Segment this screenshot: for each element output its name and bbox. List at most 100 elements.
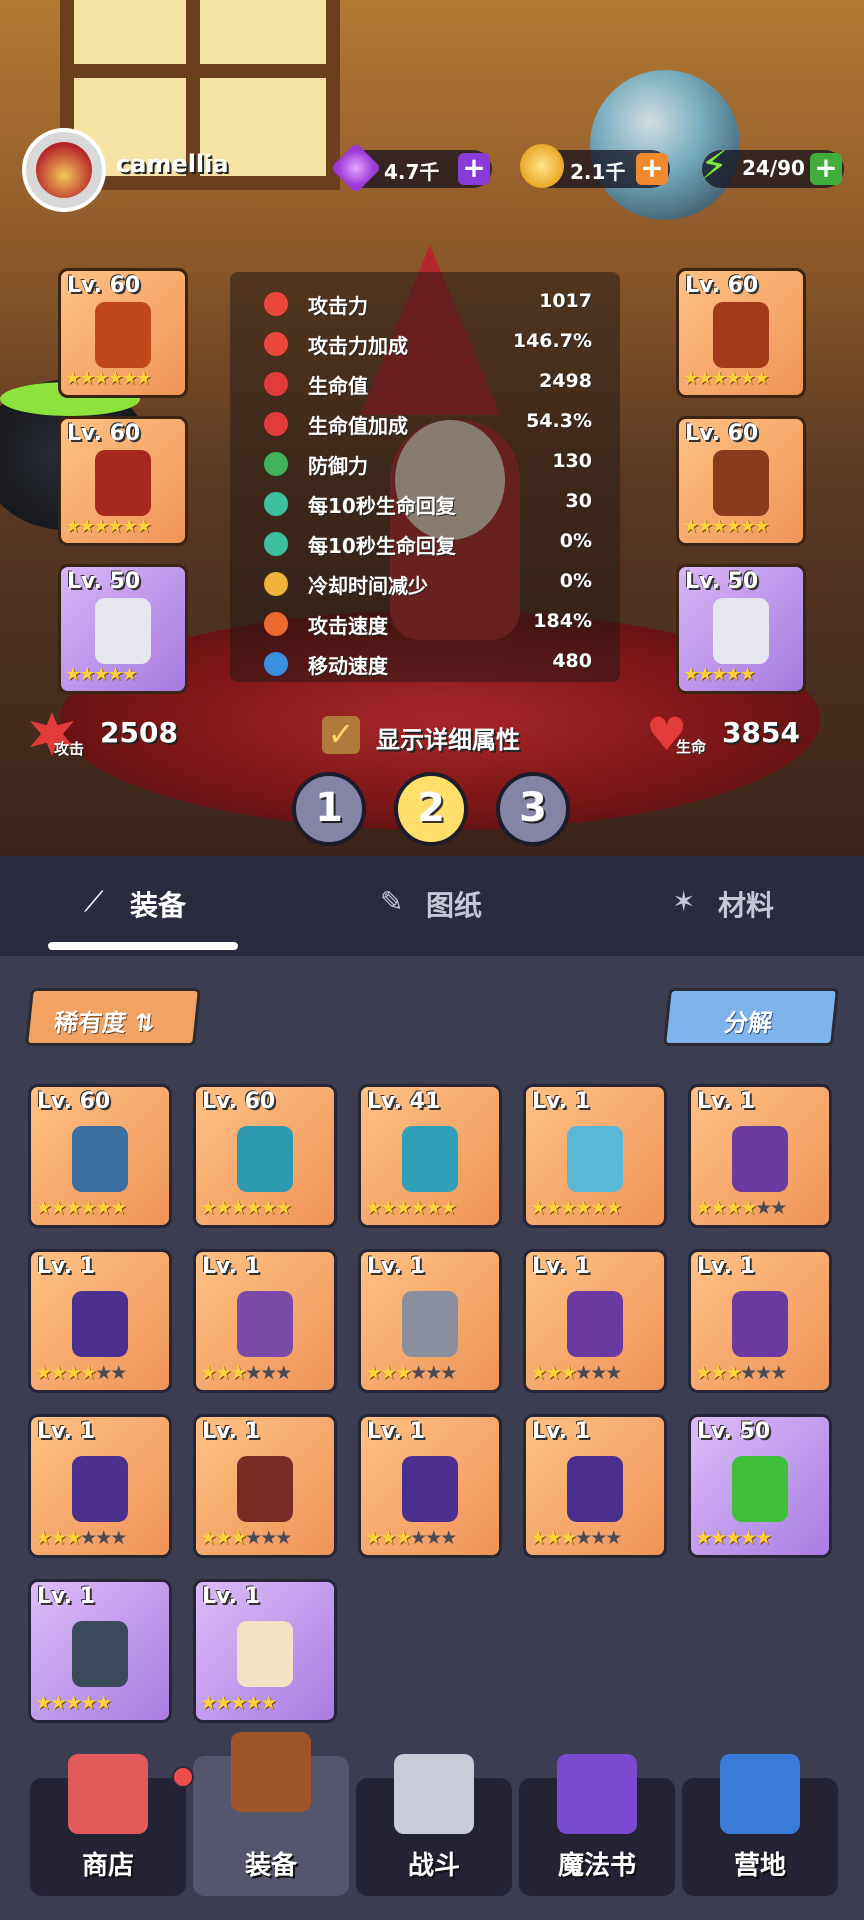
shield-icon: [264, 452, 288, 476]
inventory-item-purple-cape[interactable]: Lv. 1 ★★★★★★: [523, 1249, 667, 1393]
star-rating: ★★★★★★: [365, 1527, 457, 1549]
item-level: Lv. 1: [202, 1419, 260, 1444]
inventory-item-purple-boots[interactable]: Lv. 1 ★★★★★★: [358, 1414, 502, 1558]
gem-value: 4.7千: [384, 160, 440, 184]
crystal-staff-icon: [72, 1125, 128, 1192]
stat-row: 生命值加成 54.3%: [230, 404, 620, 444]
stat-label: 每10秒生命回复: [308, 494, 456, 518]
stat-label: 生命值: [308, 374, 368, 398]
shop-icon: [68, 1754, 148, 1834]
inventory-item-teal-boots[interactable]: Lv. 1 ★★★★★★: [523, 1084, 667, 1228]
inventory-item-purple-bracers[interactable]: Lv. 1 ★★★★★★: [28, 1414, 172, 1558]
silver-staff-icon: [402, 1290, 458, 1357]
preset-2-button[interactable]: 2: [394, 772, 468, 846]
boot-arrow-icon: [264, 652, 288, 676]
checkmark-icon: ✓: [322, 716, 360, 754]
star-rating: ★★★★★★: [530, 1527, 622, 1549]
cape-icon: [713, 302, 769, 369]
stat-row: 攻击力加成 146.7%: [230, 324, 620, 364]
item-level: Lv. 60: [685, 273, 759, 298]
inventory-item-crystal-staff[interactable]: Lv. 60 ★★★★★★: [28, 1084, 172, 1228]
add-gems-button[interactable]: +: [458, 153, 490, 185]
regen-icon: [264, 492, 288, 516]
inventory-item-teal-cape[interactable]: Lv. 41 ★★★★★★: [358, 1084, 502, 1228]
show-details-toggle[interactable]: ✓ 显示详细属性: [322, 714, 562, 758]
stat-row: 生命值 2498: [230, 364, 620, 404]
green-ring-icon: [732, 1455, 788, 1522]
inventory-item-silver-staff[interactable]: Lv. 1 ★★★★★★: [358, 1249, 502, 1393]
flame-icon: [264, 612, 288, 636]
avatar-portrait: [36, 142, 92, 198]
stat-row: 防御力 130: [230, 444, 620, 484]
rune-stone-icon: [72, 1620, 128, 1687]
energy-counter: ⚡ 24/90 +: [700, 144, 844, 188]
teal-cape-icon: [402, 1125, 458, 1192]
gem-counter: 4.7千 +: [330, 142, 492, 194]
preset-1-button[interactable]: 1: [292, 772, 366, 846]
stat-value: 30: [565, 490, 592, 512]
weapon-icon: [95, 302, 151, 369]
stat-value: 146.7%: [512, 330, 592, 352]
nav-label: 装备: [244, 1851, 297, 1881]
stat-value: 130: [552, 450, 592, 472]
inventory-item-purple-boots[interactable]: Lv. 1 ★★★★★★: [523, 1414, 667, 1558]
nav-backpack[interactable]: 装备: [193, 1732, 349, 1896]
item-level: Lv. 41: [367, 1089, 441, 1114]
equip-slot-shoes[interactable]: Lv. 60 ★★★★★★: [676, 416, 806, 546]
stat-value: 184%: [533, 610, 592, 632]
inventory-item-purple-cape[interactable]: Lv. 1 ★★★★★★: [688, 1084, 832, 1228]
avatar[interactable]: [22, 128, 106, 212]
nav-crown-shield[interactable]: 营地: [682, 1754, 838, 1896]
tab-materials-label: 材料: [718, 889, 775, 922]
inventory-item-purple-boots[interactable]: Lv. 1 ★★★★★★: [28, 1249, 172, 1393]
nav-crossed-swords[interactable]: 战斗: [356, 1754, 512, 1896]
stat-value: 54.3%: [526, 410, 592, 432]
equip-slot-accessory[interactable]: Lv. 50 ★★★★★: [676, 564, 806, 694]
nav-label: 战斗: [407, 1851, 460, 1881]
stat-value: 2498: [539, 370, 592, 392]
backpack-icon: [231, 1732, 311, 1812]
inventory-item-purple-staff[interactable]: Lv. 1 ★★★★★★: [193, 1249, 337, 1393]
stat-label: 攻击力加成: [308, 334, 408, 358]
inventory-item-purple-cape[interactable]: Lv. 1 ★★★★★★: [688, 1249, 832, 1393]
equip-slot-necklace[interactable]: Lv. 50 ★★★★★: [58, 564, 188, 694]
star-rating: ★★★★★★: [200, 1362, 292, 1384]
item-level: Lv. 1: [697, 1254, 755, 1279]
hp-summary: ♥ 生命 3854: [646, 711, 846, 757]
nav-shop[interactable]: 商店: [30, 1754, 186, 1896]
active-tab-indicator: [48, 942, 238, 950]
purple-cape-icon: [567, 1290, 623, 1357]
inventory-item-seashell[interactable]: Lv. 1 ★★★★★: [193, 1579, 337, 1723]
stat-row: 每10秒生命回复 0%: [230, 524, 620, 564]
add-energy-button[interactable]: +: [810, 153, 842, 185]
stat-label: 移动速度: [308, 654, 388, 678]
purple-boots-icon: [402, 1455, 458, 1522]
inventory-item-rune-stone[interactable]: Lv. 1 ★★★★★: [28, 1579, 172, 1723]
energy-value: 24/90: [742, 156, 805, 180]
gold-counter: 2.1千 +: [520, 144, 670, 188]
wand-icon: ⟋: [84, 885, 104, 918]
nav-spellbook[interactable]: 魔法书: [519, 1754, 675, 1896]
purple-bracers-icon: [72, 1455, 128, 1522]
hp-label: 生命: [676, 738, 707, 756]
inventory-item-red-boots[interactable]: Lv. 1 ★★★★★★: [193, 1414, 337, 1558]
add-gold-button[interactable]: +: [636, 153, 668, 185]
equip-slot-weapon[interactable]: Lv. 60 ★★★★★★: [58, 268, 188, 398]
star-rating: ★★★★★★: [365, 1362, 457, 1384]
purple-cape-icon: [732, 1125, 788, 1192]
item-level: Lv. 50: [67, 569, 141, 594]
stat-label: 冷却时间减少: [308, 574, 428, 598]
sort-rarity-button[interactable]: 稀有度 ⇅: [24, 988, 202, 1046]
equip-slot-cape[interactable]: Lv. 60 ★★★★★★: [676, 268, 806, 398]
decompose-button[interactable]: 分解: [662, 988, 840, 1046]
equip-slot-boots[interactable]: Lv. 60 ★★★★★★: [58, 416, 188, 546]
star-rating: ★★★★★★: [200, 1197, 292, 1219]
decompose-label: 分解: [722, 1009, 774, 1037]
inventory-item-green-ring[interactable]: Lv. 50 ★★★★★: [688, 1414, 832, 1558]
preset-3-button[interactable]: 3: [496, 772, 570, 846]
inventory-item-teal-bracers[interactable]: Lv. 60 ★★★★★★: [193, 1084, 337, 1228]
purple-staff-icon: [237, 1290, 293, 1357]
stat-row: 冷却时间减少 0%: [230, 564, 620, 604]
stopwatch-icon: [264, 572, 288, 596]
item-level: Lv. 50: [685, 569, 759, 594]
